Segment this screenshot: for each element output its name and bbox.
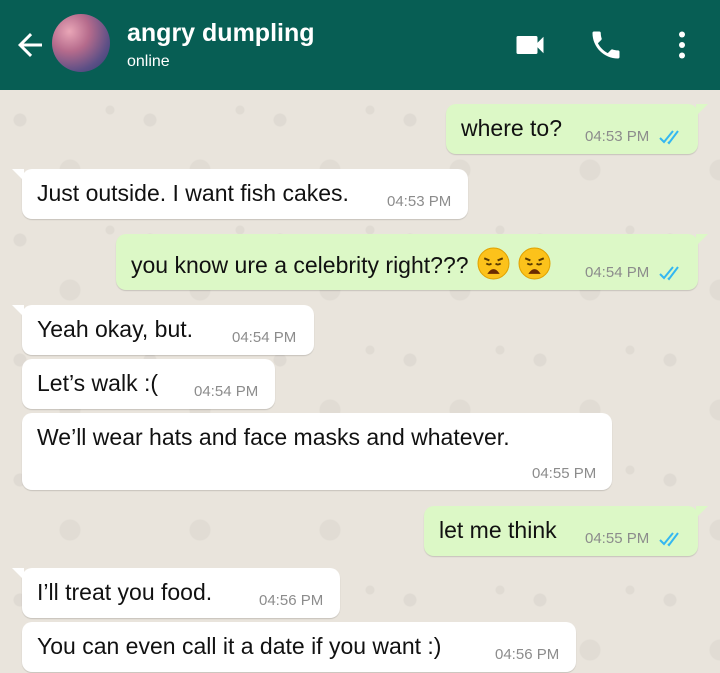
contact-status: online [127, 53, 170, 70]
message-text-content: you know ure a celebrity right??? [131, 252, 469, 278]
outgoing-message[interactable]: you know ure a celebrity right??? 04:54 … [116, 234, 708, 290]
message-time: 04:53 PM [585, 128, 650, 145]
chat-area[interactable]: where to? 04:53 PM Just outside. I want … [0, 90, 720, 673]
message-time: 04:55 PM [532, 465, 597, 482]
read-receipt-icon [659, 532, 679, 547]
read-receipt-icon [659, 130, 679, 145]
video-call-icon[interactable] [512, 27, 548, 63]
message-text: Just outside. I want fish cakes. [37, 180, 349, 206]
back-arrow-icon[interactable] [12, 27, 48, 63]
weary-face-emoji-icon [518, 247, 551, 280]
message-text: Yeah okay, but. [37, 316, 194, 342]
incoming-message[interactable]: We’ll wear hats and face masks and whate… [22, 413, 612, 490]
incoming-message[interactable]: Yeah okay, but. 04:54 PM [12, 305, 314, 355]
message-text: Let’s walk :( [37, 370, 159, 396]
message-text: let me think [439, 517, 557, 543]
outgoing-message[interactable]: where to? 04:53 PM [446, 104, 708, 154]
weary-face-emoji-icon [477, 247, 510, 280]
message-time: 04:55 PM [585, 530, 650, 547]
phone-call-icon[interactable] [588, 27, 624, 63]
message-text: You can even call it a date if you want … [37, 633, 442, 659]
message-text: We’ll wear hats and face masks and whate… [37, 424, 510, 450]
outgoing-message[interactable]: let me think 04:55 PM [424, 506, 708, 556]
chat-header: angry dumpling online [0, 0, 720, 90]
more-options-icon[interactable] [664, 27, 700, 63]
incoming-message[interactable]: You can even call it a date if you want … [22, 622, 576, 672]
message-text: where to? [461, 115, 563, 141]
incoming-message[interactable]: I’ll treat you food. 04:56 PM [12, 568, 340, 618]
message-time: 04:56 PM [259, 592, 324, 609]
message-time: 04:53 PM [387, 193, 452, 210]
message-time: 04:54 PM [232, 329, 297, 346]
read-receipt-icon [659, 266, 679, 281]
message-time: 04:54 PM [194, 383, 259, 400]
message-text: I’ll treat you food. [37, 579, 213, 605]
message-time: 04:54 PM [585, 264, 650, 281]
message-time: 04:56 PM [495, 646, 560, 663]
incoming-message[interactable]: Let’s walk :( 04:54 PM [22, 359, 275, 409]
incoming-message[interactable]: Just outside. I want fish cakes. 04:53 P… [12, 169, 468, 219]
contact-avatar[interactable] [52, 14, 110, 72]
message-text: you know ure a celebrity right??? [131, 247, 551, 280]
contact-name[interactable]: angry dumpling [127, 19, 315, 48]
